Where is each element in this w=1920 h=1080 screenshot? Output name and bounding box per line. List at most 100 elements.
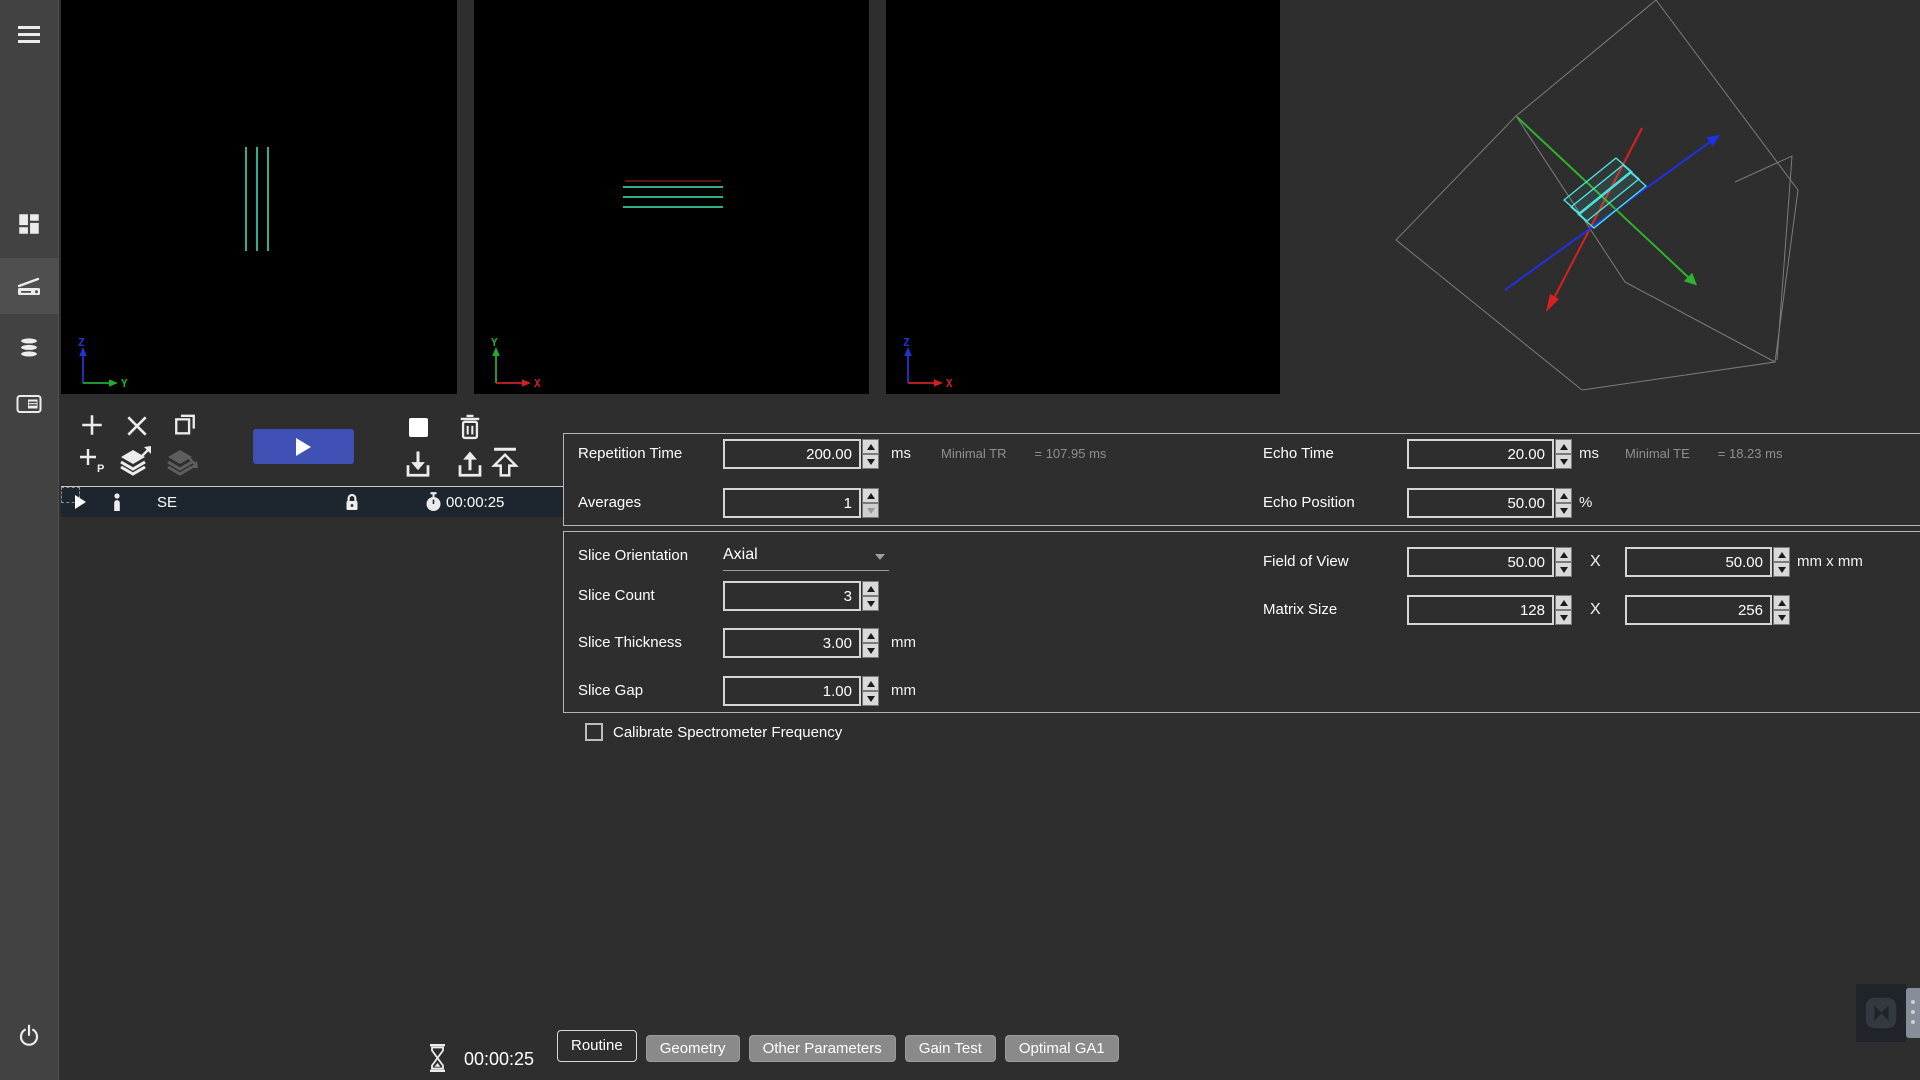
slice-line: [245, 147, 247, 251]
param-row-slice-gap: Slice Gap mm: [564, 676, 1920, 706]
calibrate-frequency-label: Calibrate Spectrometer Frequency: [613, 724, 842, 741]
tab-gain-test[interactable]: Gain Test: [905, 1035, 996, 1062]
queue-toolbar: P: [61, 404, 556, 486]
spinner-down-button[interactable]: [862, 691, 879, 706]
menu-button[interactable]: [0, 6, 58, 62]
power-button[interactable]: [0, 1008, 58, 1064]
sidebar-item-database[interactable]: [0, 320, 58, 376]
slice-line: [267, 147, 269, 251]
slice-line: [623, 186, 723, 188]
tab-geometry[interactable]: Geometry: [646, 1035, 740, 1062]
corner-widget-panel: [1856, 984, 1906, 1042]
widget-drag-handle[interactable]: [1906, 988, 1920, 1038]
tab-routine[interactable]: Routine: [557, 1030, 637, 1062]
svg-text:Z: Z: [903, 336, 910, 349]
spinner-up-button[interactable]: [1555, 595, 1572, 610]
tab-optimal-ga1[interactable]: Optimal GA1: [1005, 1035, 1119, 1062]
spinner-up-button[interactable]: [1555, 547, 1572, 562]
add-protocol-button[interactable]: P: [77, 446, 105, 474]
spinner-up-button[interactable]: [862, 581, 879, 596]
viewport-zy[interactable]: Z Y: [61, 0, 457, 394]
spinner-down-button[interactable]: [1773, 562, 1790, 577]
tab-other-parameters[interactable]: Other Parameters: [749, 1035, 896, 1062]
export-sequence-button[interactable]: [116, 444, 154, 478]
stop-button[interactable]: [409, 418, 428, 437]
axis-indicator: Z Y: [67, 336, 133, 390]
run-button[interactable]: [253, 429, 354, 464]
echo-position-input[interactable]: [1407, 488, 1554, 518]
slice-thickness-spinner: [862, 628, 879, 658]
sequence-duration: 00:00:25: [446, 487, 504, 517]
lock-icon: [343, 492, 361, 512]
load-button[interactable]: [455, 449, 485, 479]
fov-y-input[interactable]: [1625, 547, 1772, 577]
queue-item-row[interactable]: SE 00:00:25: [61, 486, 563, 517]
slice-thickness-field: [723, 628, 879, 658]
spinner-up-button[interactable]: [862, 676, 879, 691]
spinner-down-button[interactable]: [1555, 610, 1572, 625]
param-row-averages: Averages Echo Position %: [564, 488, 1920, 518]
spinner-up-button[interactable]: [862, 439, 879, 454]
matrix-x-input[interactable]: [1407, 595, 1554, 625]
averages-field: [723, 488, 879, 518]
spinner-up-button[interactable]: [1555, 439, 1572, 454]
matrix-x-spinner: [1555, 595, 1572, 625]
duplicate-icon: [171, 410, 199, 438]
database-icon: [16, 335, 42, 361]
dashboard-icon: [16, 211, 42, 237]
minimal-tr-value: = 107.95 ms: [1035, 439, 1107, 469]
delete-button[interactable]: [456, 412, 484, 442]
param-label: Field of View: [1263, 547, 1349, 577]
slice-thickness-input[interactable]: [723, 628, 861, 658]
calibrate-frequency-checkbox[interactable]: [585, 723, 603, 741]
load-top-button[interactable]: [489, 445, 521, 479]
dimension-separator: X: [1590, 547, 1601, 577]
averages-spinner: [862, 488, 879, 518]
scanner-icon: [15, 273, 43, 299]
param-unit: ms: [891, 439, 911, 469]
spinner-up-button[interactable]: [1773, 547, 1790, 562]
repetition-time-input[interactable]: [723, 439, 861, 469]
echo-position-field: [1407, 488, 1572, 518]
add-button[interactable]: [79, 412, 105, 438]
app-window: Z Y Y X Z X: [0, 0, 1920, 1080]
duplicate-button[interactable]: [171, 410, 199, 438]
spinner-up-button[interactable]: [862, 488, 879, 503]
upload-icon: [455, 449, 485, 479]
echo-time-field: [1407, 439, 1572, 469]
spinner-down-button[interactable]: [1773, 610, 1790, 625]
param-row-repetition-time: Repetition Time ms Minimal TR = 107.95 m…: [564, 439, 1920, 469]
clear-button[interactable]: [124, 413, 150, 439]
lock-toggle[interactable]: [343, 487, 361, 517]
play-icon: [75, 495, 86, 509]
stopwatch-icon: [424, 487, 443, 517]
spinner-down-button[interactable]: [1555, 503, 1572, 518]
widget-logo-icon: [1862, 994, 1900, 1032]
spinner-down-button[interactable]: [1555, 562, 1572, 577]
fov-x-input[interactable]: [1407, 547, 1554, 577]
save-button[interactable]: [403, 449, 433, 479]
echo-time-spinner: [1555, 439, 1572, 469]
viewport-yx[interactable]: Y X: [474, 0, 869, 394]
matrix-y-input[interactable]: [1625, 595, 1772, 625]
viewport-zx[interactable]: Z X: [886, 0, 1280, 394]
spinner-down-button[interactable]: [1555, 454, 1572, 469]
minimal-te-label: Minimal TE: [1625, 439, 1690, 469]
spinner-down-button[interactable]: [862, 454, 879, 469]
spinner-up-button[interactable]: [862, 628, 879, 643]
echo-time-input[interactable]: [1407, 439, 1554, 469]
slice-gap-input[interactable]: [723, 676, 861, 706]
spinner-up-button[interactable]: [1555, 488, 1572, 503]
sidebar-item-dashboard[interactable]: [0, 196, 58, 252]
viewport-3d[interactable]: [1280, 0, 1920, 394]
sidebar-item-log[interactable]: [0, 376, 58, 432]
matrix-y-field: [1625, 595, 1790, 625]
param-row-matrix-size: Matrix Size X: [564, 595, 1920, 625]
sidebar-item-scanner[interactable]: [0, 258, 58, 314]
calibrate-frequency-option[interactable]: Calibrate Spectrometer Frequency: [585, 722, 842, 742]
queue-item-play-button[interactable]: [75, 487, 86, 517]
averages-input[interactable]: [723, 488, 861, 518]
fov-x-field: [1407, 547, 1572, 577]
spinner-down-button[interactable]: [862, 643, 879, 658]
spinner-up-button[interactable]: [1773, 595, 1790, 610]
